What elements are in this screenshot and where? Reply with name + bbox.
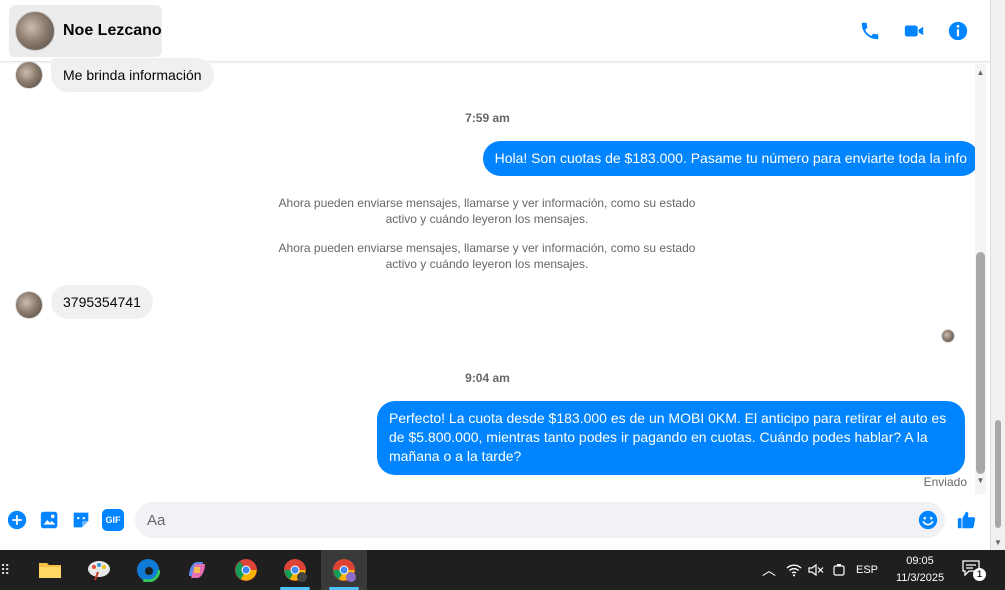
sticker-icon[interactable]: [70, 509, 92, 531]
incoming-message[interactable]: 3795354741: [51, 285, 153, 319]
chevron-up-icon[interactable]: ︿: [760, 560, 778, 580]
messenger-window: Noe Lezcano Me brinda información 7:59 a…: [0, 0, 1005, 590]
chrome-icon[interactable]: [223, 550, 269, 590]
outgoing-message[interactable]: Hola! Son cuotas de $183.000. Pasame tu …: [482, 141, 979, 176]
system-message: Ahora pueden enviarse mensajes, llamarse…: [278, 241, 696, 271]
wifi-icon[interactable]: [786, 563, 802, 577]
timestamp: 7:59 am: [465, 111, 510, 125]
clock-date: 11/3/2025: [895, 572, 945, 584]
scrollbar-thumb[interactable]: [976, 252, 985, 474]
scroll-up-arrow-icon[interactable]: ▲: [976, 68, 985, 77]
chrome-profile-icon[interactable]: [272, 550, 318, 590]
outgoing-message[interactable]: Perfecto! La cuota desde $183.000 es de …: [377, 401, 965, 475]
battery-icon[interactable]: [832, 563, 846, 577]
plus-icon[interactable]: [6, 509, 28, 531]
window-scroll-down-icon[interactable]: ▼: [994, 538, 1002, 547]
sender-avatar: [15, 291, 43, 319]
read-receipt-avatar: [941, 329, 955, 343]
video-camera-icon[interactable]: [903, 20, 925, 42]
system-tray: ︿ ESP: [760, 550, 878, 590]
image-icon[interactable]: [39, 509, 61, 531]
phone-icon[interactable]: [859, 20, 881, 42]
emoji-icon[interactable]: [917, 509, 939, 531]
window-scrollbar[interactable]: ▼: [990, 0, 1005, 550]
chat-header: Noe Lezcano: [0, 0, 990, 62]
edge-icon[interactable]: [125, 550, 171, 590]
contact-avatar: [15, 11, 55, 51]
system-message: Ahora pueden enviarse mensajes, llamarse…: [278, 196, 696, 226]
language-indicator[interactable]: ESP: [856, 564, 878, 576]
scroll-down-arrow-icon[interactable]: ▼: [976, 476, 985, 485]
incoming-message[interactable]: Me brinda información: [51, 58, 214, 92]
sender-avatar: [15, 61, 43, 89]
timestamp: 9:04 am: [465, 371, 510, 385]
message-input[interactable]: [147, 502, 907, 538]
window-scroll-thumb[interactable]: [995, 420, 1001, 528]
volume-muted-icon[interactable]: [808, 563, 824, 577]
copilot-icon[interactable]: [174, 550, 220, 590]
file-explorer-icon[interactable]: [27, 550, 73, 590]
windows-taskbar: ⠿ ︿ ESP 09:05 11/3/2025 1: [0, 550, 1005, 590]
contact-profile-button[interactable]: Noe Lezcano: [9, 5, 162, 57]
gif-icon[interactable]: GIF: [102, 509, 124, 531]
paint-icon[interactable]: [76, 550, 122, 590]
message-status: Enviado: [923, 475, 967, 489]
clock[interactable]: 09:05 11/3/2025: [893, 553, 947, 587]
notification-badge: 1: [973, 568, 986, 581]
info-icon[interactable]: [947, 20, 969, 42]
thumbs-up-icon[interactable]: [956, 509, 978, 531]
chrome-profile-active-icon[interactable]: [321, 550, 367, 590]
clock-time: 09:05: [906, 555, 934, 567]
desktop-edge-icon[interactable]: ⠿: [0, 562, 10, 579]
contact-name: Noe Lezcano: [63, 22, 162, 39]
notification-center[interactable]: 1: [962, 560, 986, 582]
message-input-container[interactable]: [135, 502, 945, 538]
